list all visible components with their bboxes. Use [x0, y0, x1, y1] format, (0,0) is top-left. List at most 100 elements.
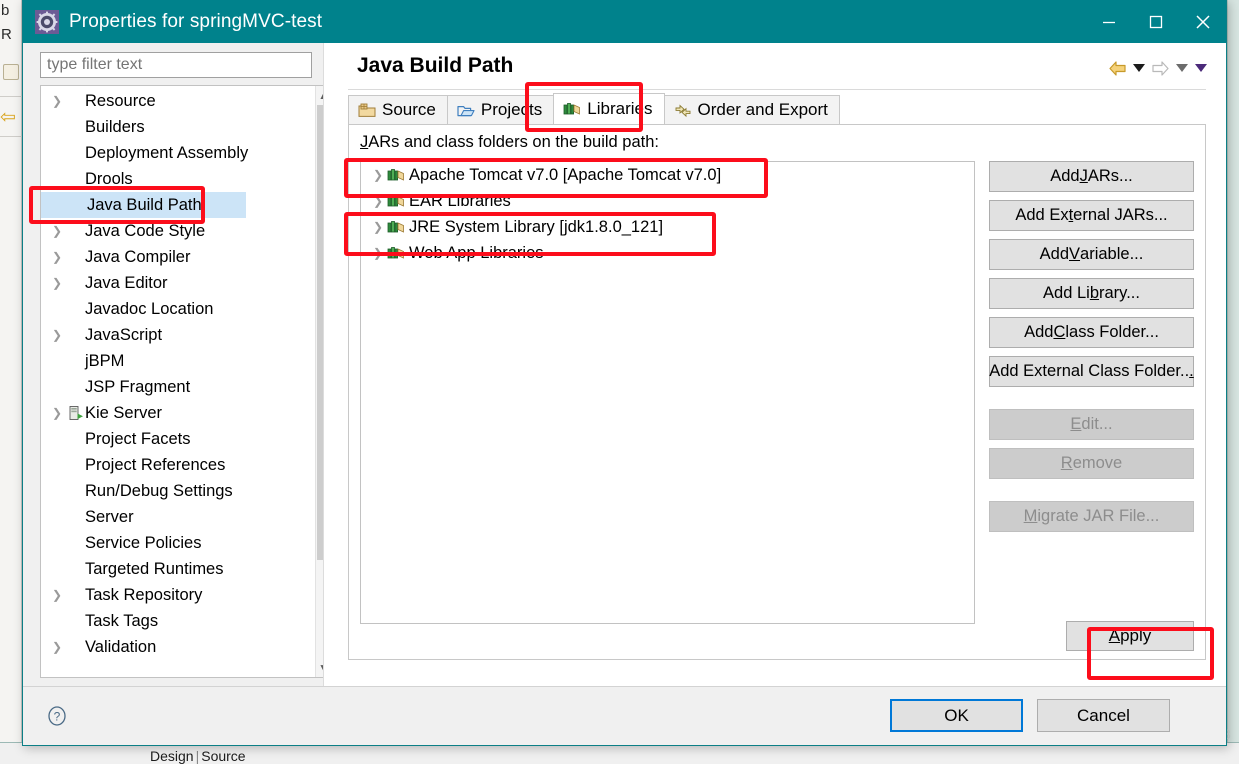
- sidebar-item-project-facets[interactable]: Project Facets: [41, 426, 315, 452]
- apply-button[interactable]: Apply: [1066, 621, 1194, 651]
- sidebar-item-label: Task Tags: [85, 611, 159, 630]
- sidebar-item-server[interactable]: Server: [41, 504, 315, 530]
- settings-tree-panel: ❯ Resource Builders Deployment Assembly Droo…: [40, 85, 332, 678]
- tab-label: Source: [382, 100, 436, 119]
- expand-chevron-right-icon[interactable]: ❯: [47, 589, 67, 601]
- sidebar-item-label: jBPM: [85, 351, 125, 370]
- apply-label-rest: pply: [1120, 626, 1152, 645]
- sidebar-item-validation[interactable]: ❯ Validation: [41, 634, 315, 660]
- add-external-jars-button[interactable]: Add Ex t ernal JARs...: [989, 200, 1194, 231]
- sidebar-item-label: JSP Fragment: [85, 377, 191, 396]
- sidebar-item-label-wrap: Targeted Runtimes: [85, 560, 224, 579]
- add-variable-button[interactable]: Add Variable...: [989, 239, 1194, 270]
- libraries-caption-rest: ARs and class folders on the build path:: [368, 133, 660, 151]
- button-group-gap: [989, 395, 1194, 409]
- expand-chevron-right-icon[interactable]: ❯: [369, 169, 387, 181]
- sidebar-item-java-code-style[interactable]: ❯ Java Code Style: [41, 218, 315, 244]
- sidebar-item-label-wrap: Server: [85, 508, 134, 527]
- expand-chevron-right-icon[interactable]: ❯: [369, 247, 387, 259]
- svg-text:?: ?: [54, 710, 61, 724]
- sidebar-item-label-wrap: Project Facets: [85, 430, 190, 449]
- maximize-button[interactable]: [1132, 0, 1179, 43]
- background-tab-design[interactable]: Design: [150, 748, 194, 764]
- tab-order-and-export[interactable]: Order and Export: [663, 95, 840, 124]
- library-entry[interactable]: ❯ JRE System Library [jdk1.8.0_121]: [361, 214, 974, 240]
- expand-chevron-right-icon[interactable]: ❯: [47, 225, 67, 237]
- library-entry-label: EAR Libraries: [409, 191, 511, 210]
- expand-chevron-right-icon[interactable]: ❯: [47, 251, 67, 263]
- sidebar-item-project-references[interactable]: Project References: [41, 452, 315, 478]
- library-entry[interactable]: ❯ EAR Libraries: [361, 188, 974, 214]
- library-entry[interactable]: ❯ Apache Tomcat v7.0 [Apache Tomcat v7.0]: [361, 162, 974, 188]
- sidebar-item-label: Project References: [85, 455, 226, 474]
- sidebar-item-label-wrap: jBPM: [85, 352, 124, 371]
- sidebar-item-label-wrap: Kie Server: [85, 404, 162, 423]
- sidebar-item-label: Targeted Runtimes: [85, 559, 224, 578]
- sidebar-item-label-wrap: Java Editor: [85, 274, 168, 293]
- expand-chevron-right-icon[interactable]: ❯: [47, 641, 67, 653]
- tab-projects[interactable]: Projects: [446, 95, 555, 124]
- sidebar-item-label-wrap: Builders: [85, 118, 145, 137]
- filter-input[interactable]: [40, 52, 312, 78]
- sidebar-item-run-debug-settings[interactable]: Run/Debug Settings: [41, 478, 315, 504]
- expand-chevron-right-icon[interactable]: ❯: [369, 195, 387, 207]
- sidebar-item-drools[interactable]: Drools: [41, 166, 315, 192]
- sidebar-item-jsp-fragment[interactable]: JSP Fragment: [41, 374, 315, 400]
- close-button[interactable]: [1179, 0, 1226, 43]
- sidebar-item-label-wrap: Task Tags: [85, 612, 158, 631]
- library-entry-label: Apache Tomcat v7.0 [Apache Tomcat v7.0]: [409, 165, 722, 184]
- footer-buttons: OK Cancel: [890, 699, 1170, 732]
- background-tab-source[interactable]: Source: [201, 748, 245, 764]
- expand-chevron-right-icon[interactable]: ❯: [369, 221, 387, 233]
- dialog-titlebar: Properties for springMVC-test: [23, 0, 1226, 43]
- add-external-class-folder-button[interactable]: Add External Class Folder...: [989, 356, 1194, 387]
- sidebar-item-service-policies[interactable]: Service Policies: [41, 530, 315, 556]
- sidebar-item-label: Deployment Assembly: [85, 143, 249, 162]
- add-library-button[interactable]: Add Li b rary...: [989, 278, 1194, 309]
- sidebar-item-javadoc-location[interactable]: Javadoc Location: [41, 296, 315, 322]
- sidebar-item-label: Service Policies: [85, 533, 202, 552]
- minimize-button[interactable]: [1085, 0, 1132, 43]
- sidebar-item-task-repository[interactable]: ❯ Task Repository: [41, 582, 315, 608]
- sidebar-item-kie-server[interactable]: ❯ Kie Server: [41, 400, 315, 426]
- add-class-folder-button[interactable]: Add Class Folder...: [989, 317, 1194, 348]
- expand-chevron-right-icon[interactable]: ❯: [47, 95, 67, 107]
- tab-libraries[interactable]: Libraries: [553, 93, 665, 124]
- page-title: Java Build Path: [357, 54, 514, 77]
- sidebar-item-deployment-assembly[interactable]: Deployment Assembly: [41, 140, 315, 166]
- menu-dropdown-caret-down-icon[interactable]: [1192, 57, 1209, 79]
- add-jars-button[interactable]: Add J ARs...: [989, 161, 1194, 192]
- expand-chevron-right-icon[interactable]: ❯: [47, 407, 67, 419]
- sidebar-item-jbpm[interactable]: jBPM: [41, 348, 315, 374]
- cancel-button[interactable]: Cancel: [1037, 699, 1170, 732]
- sidebar-item-javascript[interactable]: ❯ JavaScript: [41, 322, 315, 348]
- sidebar-item-java-compiler[interactable]: ❯ Java Compiler: [41, 244, 315, 270]
- sidebar-item-java-build-path[interactable]: Java Build Path: [41, 192, 315, 218]
- button-mnemonic: M: [1023, 507, 1038, 525]
- sidebar-item-label-wrap: Validation: [85, 638, 156, 657]
- sidebar-item-task-tags[interactable]: Task Tags: [41, 608, 315, 634]
- back-button[interactable]: [1106, 57, 1128, 79]
- ok-button[interactable]: OK: [890, 699, 1023, 732]
- migrate-jar-file-button: Migrate JAR File...: [989, 501, 1194, 532]
- sidebar-item-label: Task Repository: [85, 585, 203, 604]
- library-entry[interactable]: ❯ Web App Libraries: [361, 240, 974, 266]
- sidebar-item-label: Java Build Path: [87, 195, 202, 214]
- libraries-tree[interactable]: ❯ Apache Tomcat v7.0 [Apache Tomcat v7.0]…: [360, 161, 975, 624]
- sidebar-item-targeted-runtimes[interactable]: Targeted Runtimes: [41, 556, 315, 582]
- sidebar-item-java-editor[interactable]: ❯ Java Editor: [41, 270, 315, 296]
- sidebar-item-label: Java Editor: [85, 273, 168, 292]
- expand-chevron-right-icon[interactable]: ❯: [47, 329, 67, 341]
- tab-source[interactable]: Source: [348, 95, 448, 124]
- expand-chevron-right-icon[interactable]: ❯: [47, 277, 67, 289]
- sidebar-item-resource[interactable]: ❯ Resource: [41, 88, 315, 114]
- sidebar-item-label: Kie Server: [85, 403, 163, 422]
- sidebar-item-builders[interactable]: Builders: [41, 114, 315, 140]
- button-mnemonic: V: [1069, 245, 1081, 263]
- sidebar-item-label: Validation: [85, 637, 157, 656]
- sidebar-item-label: JavaScript: [85, 325, 163, 344]
- help-question-icon[interactable]: ?: [45, 704, 69, 728]
- sidebar-item-label-wrap: Resource: [85, 92, 156, 111]
- button-mnemonic: R: [1060, 454, 1073, 472]
- back-dropdown-caret-down-icon[interactable]: [1130, 57, 1147, 79]
